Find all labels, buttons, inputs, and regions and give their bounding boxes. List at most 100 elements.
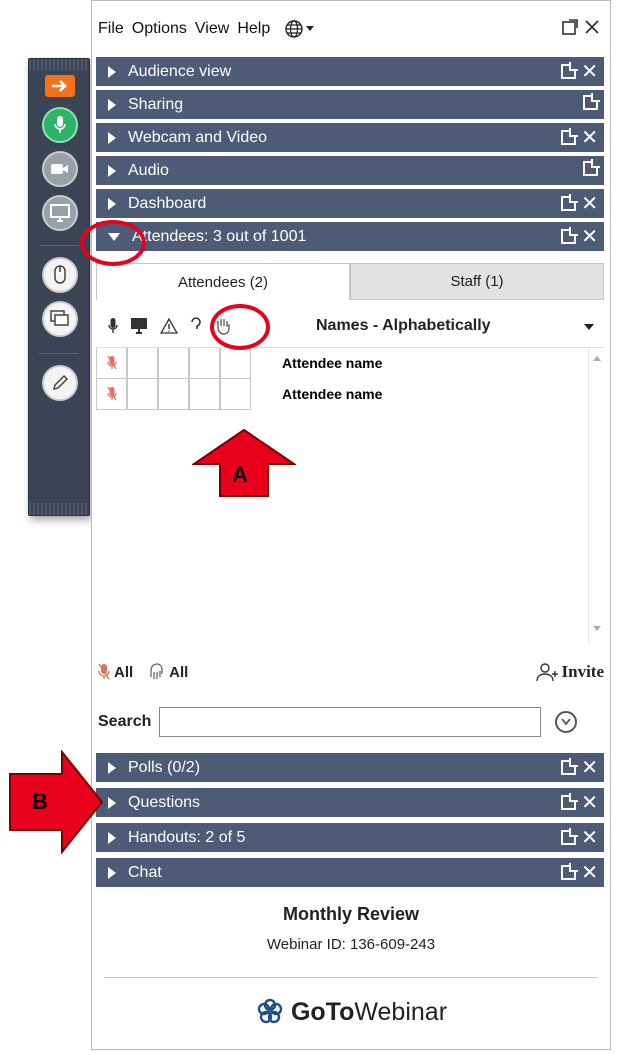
scroll-up-icon[interactable] — [593, 356, 601, 361]
section-handouts[interactable]: Handouts: 2 of 5 ✕ — [96, 823, 604, 854]
section-polls[interactable]: Polls (0/2) ✕ — [96, 753, 604, 784]
row-cell — [189, 379, 220, 410]
callout-label-a: A — [232, 462, 248, 487]
invite-button[interactable]: Invite — [535, 662, 605, 682]
expand-triangle-icon — [108, 65, 116, 78]
mute-all-button[interactable]: All — [98, 663, 133, 681]
close-icon[interactable]: ✕ — [581, 757, 598, 777]
attendee-tabs: Attendees (2) Staff (1) — [96, 263, 604, 300]
section-dashboard[interactable]: Dashboard ✕ — [96, 189, 604, 220]
expand-triangle-icon — [108, 197, 116, 210]
mic-status-cell — [96, 348, 127, 379]
section-audio[interactable]: Audio — [96, 156, 604, 187]
menu-help[interactable]: Help — [237, 20, 270, 38]
section-sharing[interactable]: Sharing — [96, 90, 604, 121]
section-label: Handouts: 2 of 5 — [128, 828, 246, 846]
lower-hands-all-label: All — [169, 663, 189, 681]
list-scrollbar[interactable] — [588, 348, 604, 643]
muted-microphone-icon — [106, 355, 117, 370]
popout-icon[interactable] — [583, 93, 600, 110]
chevron-down-icon[interactable] — [584, 324, 594, 330]
section-questions[interactable]: Questions ✕ — [96, 788, 604, 819]
scroll-down-icon[interactable] — [593, 626, 601, 631]
expand-triangle-icon — [108, 796, 116, 809]
arrow-right-icon — [52, 80, 67, 92]
table-row[interactable] — [96, 379, 251, 410]
close-icon[interactable]: ✕ — [581, 61, 598, 81]
question-icon[interactable] — [190, 317, 202, 335]
tab-staff[interactable]: Staff (1) — [350, 263, 604, 300]
callout-label-b: B — [32, 789, 48, 814]
close-icon[interactable]: ✕ — [581, 127, 598, 147]
row-cell — [158, 348, 189, 379]
menu-file[interactable]: File — [98, 20, 124, 38]
toolbar-grip-top[interactable] — [29, 59, 89, 71]
webinar-title: Monthly Review — [282, 904, 420, 924]
section-label: Audience view — [128, 62, 232, 80]
section-label: Dashboard — [128, 194, 207, 212]
close-icon[interactable]: ✕ — [581, 193, 598, 213]
expand-triangle-icon — [108, 131, 116, 144]
annotation-circle-hand — [210, 304, 270, 350]
popout-icon[interactable] — [561, 757, 579, 775]
popout-icon[interactable] — [561, 827, 579, 845]
toolbar-grip-bottom[interactable] — [29, 503, 89, 515]
close-icon[interactable]: ✕ — [581, 862, 598, 882]
microphone-icon[interactable] — [108, 317, 118, 335]
search-options-button[interactable] — [555, 711, 578, 733]
section-attendees[interactable]: Attendees: 3 out of 1001 ✕ — [96, 222, 604, 253]
annotation-circle-expand — [80, 220, 146, 266]
table-row[interactable] — [96, 348, 251, 379]
search-input[interactable] — [159, 707, 542, 737]
popout-icon[interactable] — [583, 159, 600, 176]
expand-triangle-icon — [108, 831, 116, 844]
attendee-name: Attendee name — [282, 355, 383, 371]
drawing-tools-button[interactable] — [42, 365, 78, 401]
screen-share-button[interactable] — [42, 195, 78, 231]
chevron-down-icon — [306, 26, 315, 31]
close-icon[interactable] — [584, 19, 600, 35]
tab-attendees[interactable]: Attendees (2) — [96, 263, 350, 300]
lower-hands-all-button[interactable]: All — [147, 662, 188, 682]
mouse-control-button[interactable] — [42, 257, 78, 293]
attendee-list-header: Names - Alphabetically — [96, 305, 604, 347]
popout-icon[interactable] — [561, 792, 579, 810]
control-panel: File Options View Help Audience view ✕ S… — [91, 0, 611, 1050]
brand-light: Webinar — [354, 997, 448, 1026]
section-label: Chat — [128, 863, 162, 881]
window-share-button[interactable] — [42, 301, 78, 337]
menu-options[interactable]: Options — [132, 20, 187, 38]
row-cell — [127, 348, 158, 379]
windows-icon — [50, 310, 69, 326]
language-menu[interactable] — [284, 19, 315, 39]
sort-dropdown[interactable]: Names - Alphabetically — [316, 317, 491, 335]
webinar-id: Webinar ID: 136-609-243 — [266, 936, 436, 953]
gotowebinar-logo: GoToWebinar — [92, 997, 610, 1027]
search-label: Search — [98, 713, 152, 730]
collapse-panel-button[interactable] — [45, 75, 75, 97]
popout-icon[interactable] — [561, 226, 579, 244]
close-icon[interactable]: ✕ — [581, 792, 598, 812]
popout-icon[interactable] — [561, 127, 579, 145]
microphone-button[interactable] — [42, 107, 78, 143]
control-toolbar — [28, 58, 90, 516]
section-webcam-and-video[interactable]: Webcam and Video ✕ — [96, 123, 604, 154]
popout-icon[interactable] — [562, 19, 578, 35]
mouse-icon — [54, 265, 66, 284]
callout-arrow-b — [9, 750, 104, 854]
close-icon[interactable]: ✕ — [581, 827, 598, 847]
menu-view[interactable]: View — [195, 20, 229, 38]
expand-triangle-icon — [108, 761, 116, 774]
warning-icon[interactable] — [160, 318, 178, 334]
popout-icon[interactable] — [561, 193, 579, 211]
section-audience-view[interactable]: Audience view ✕ — [96, 57, 604, 88]
popout-icon[interactable] — [561, 862, 579, 880]
mic-status-cell — [96, 379, 127, 410]
screen-viewer-icon[interactable] — [130, 317, 148, 335]
section-label: Questions — [128, 793, 201, 811]
section-chat[interactable]: Chat ✕ — [96, 858, 604, 889]
webcam-button[interactable] — [42, 151, 78, 187]
popout-icon[interactable] — [561, 61, 579, 79]
invite-label: Invite — [561, 662, 605, 681]
close-icon[interactable]: ✕ — [581, 226, 598, 246]
